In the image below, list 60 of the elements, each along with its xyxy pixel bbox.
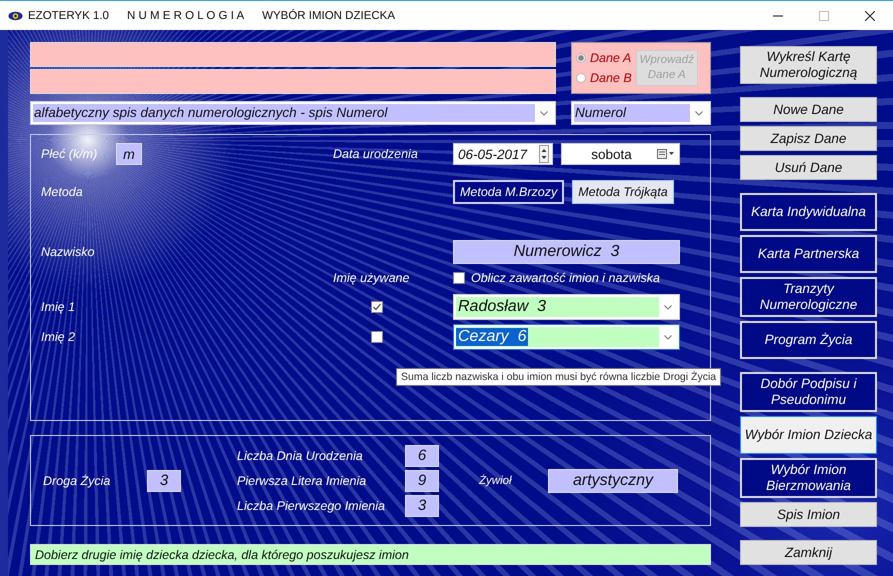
checkbox[interactable]: [453, 272, 465, 284]
gender-label: Płeć (k/m): [41, 147, 98, 161]
used-name-label: Imię używane: [333, 271, 410, 285]
status-field: Dobierz drugie imię dziecka dziecka, dla którego poszukujesz imion: [30, 544, 711, 565]
nav-button[interactable]: Wykreśl Kartę Numerologiczną: [740, 46, 877, 84]
nav-button[interactable]: Program Życia: [740, 321, 877, 359]
date-field[interactable]: 06-05-2017: [453, 143, 553, 165]
checkbox[interactable]: [371, 301, 383, 313]
number-value: 6: [405, 444, 439, 466]
calendar-icon[interactable]: [657, 149, 675, 159]
surname-field[interactable]: Numerowicz 3: [453, 240, 680, 264]
eye-icon: [8, 10, 23, 20]
number-label: Liczba Dnia Urodzenia: [237, 448, 364, 462]
list-dropdown[interactable]: alfabetyczny spis danych numerologicznych - spis Numerol: [30, 101, 556, 125]
window-title: WYBÓR IMION DZIECKA: [262, 10, 396, 22]
checkbox[interactable]: [371, 331, 383, 343]
tooltip: Suma liczb nazwiska i obu imion musi być równa liczbie Drogi Życia: [396, 368, 722, 386]
number-value: 9: [405, 470, 439, 492]
gender-field[interactable]: m: [116, 143, 142, 165]
number-value: 3: [405, 494, 439, 516]
name-dropdown[interactable]: Radosław 3: [453, 294, 680, 320]
nav-button[interactable]: Wybór Imion Bierzmowania: [740, 458, 877, 498]
life-path-value: 3: [147, 470, 181, 492]
nav-button[interactable]: Wybór Imion Dziecka: [740, 416, 877, 454]
element-label: Żywioł: [479, 474, 513, 486]
nav-button[interactable]: Zapisz Dane: [740, 126, 877, 151]
weekday-field[interactable]: sobota: [561, 143, 680, 165]
name-field[interactable]: [30, 69, 556, 94]
data-radio[interactable]: Dane A: [576, 51, 632, 65]
spinner-icon[interactable]: [539, 145, 549, 163]
surname-label: Nazwisko: [41, 245, 96, 259]
nav-button[interactable]: Karta Indywidualna: [740, 193, 877, 231]
name-dropdown[interactable]: Cezary 6: [453, 324, 680, 350]
nav-button[interactable]: Usuń Dane: [740, 155, 877, 180]
chevron-icon: [664, 334, 672, 340]
app-name: EZOTERYK 1.0: [28, 10, 109, 22]
element-value: artystyczny: [548, 468, 678, 492]
method-button[interactable]: Metoda M.Brzozy: [453, 180, 564, 204]
chevron-icon: [664, 304, 672, 310]
database-dropdown[interactable]: Numerol: [571, 101, 711, 125]
name-field[interactable]: [30, 42, 556, 67]
nav-button[interactable]: Spis Imion: [740, 502, 877, 527]
nav-button[interactable]: Nowe Dane: [740, 97, 877, 122]
birth-date-label: Data urodzenia: [333, 147, 419, 161]
name-label: Imię 2: [41, 330, 76, 344]
nav-button[interactable]: Dobór Podpisu i Pseudonimu: [740, 372, 877, 412]
chevron-icon: [540, 110, 548, 116]
data-radio[interactable]: Dane B: [576, 71, 632, 85]
module-name: N U M E R O L O G I A: [126, 10, 244, 22]
nav-button[interactable]: Tranzyty Numerologiczne: [740, 277, 877, 317]
nav-button[interactable]: Karta Partnerska: [740, 235, 877, 273]
number-label: Liczba Pierwszego Imienia: [237, 498, 386, 512]
nav-button[interactable]: Zamknij: [740, 540, 877, 565]
chevron-icon: [695, 110, 703, 116]
method-label: Metoda: [41, 185, 84, 199]
name-label: Imię 1: [41, 300, 76, 314]
method-button[interactable]: Metoda Trójkąta: [572, 180, 674, 204]
life-path-label: Droga Życia: [43, 474, 112, 488]
number-label: Pierwsza Litera Imienia: [237, 474, 368, 488]
compute-label: Oblicz zawartość imion i nazwiska: [471, 271, 660, 285]
